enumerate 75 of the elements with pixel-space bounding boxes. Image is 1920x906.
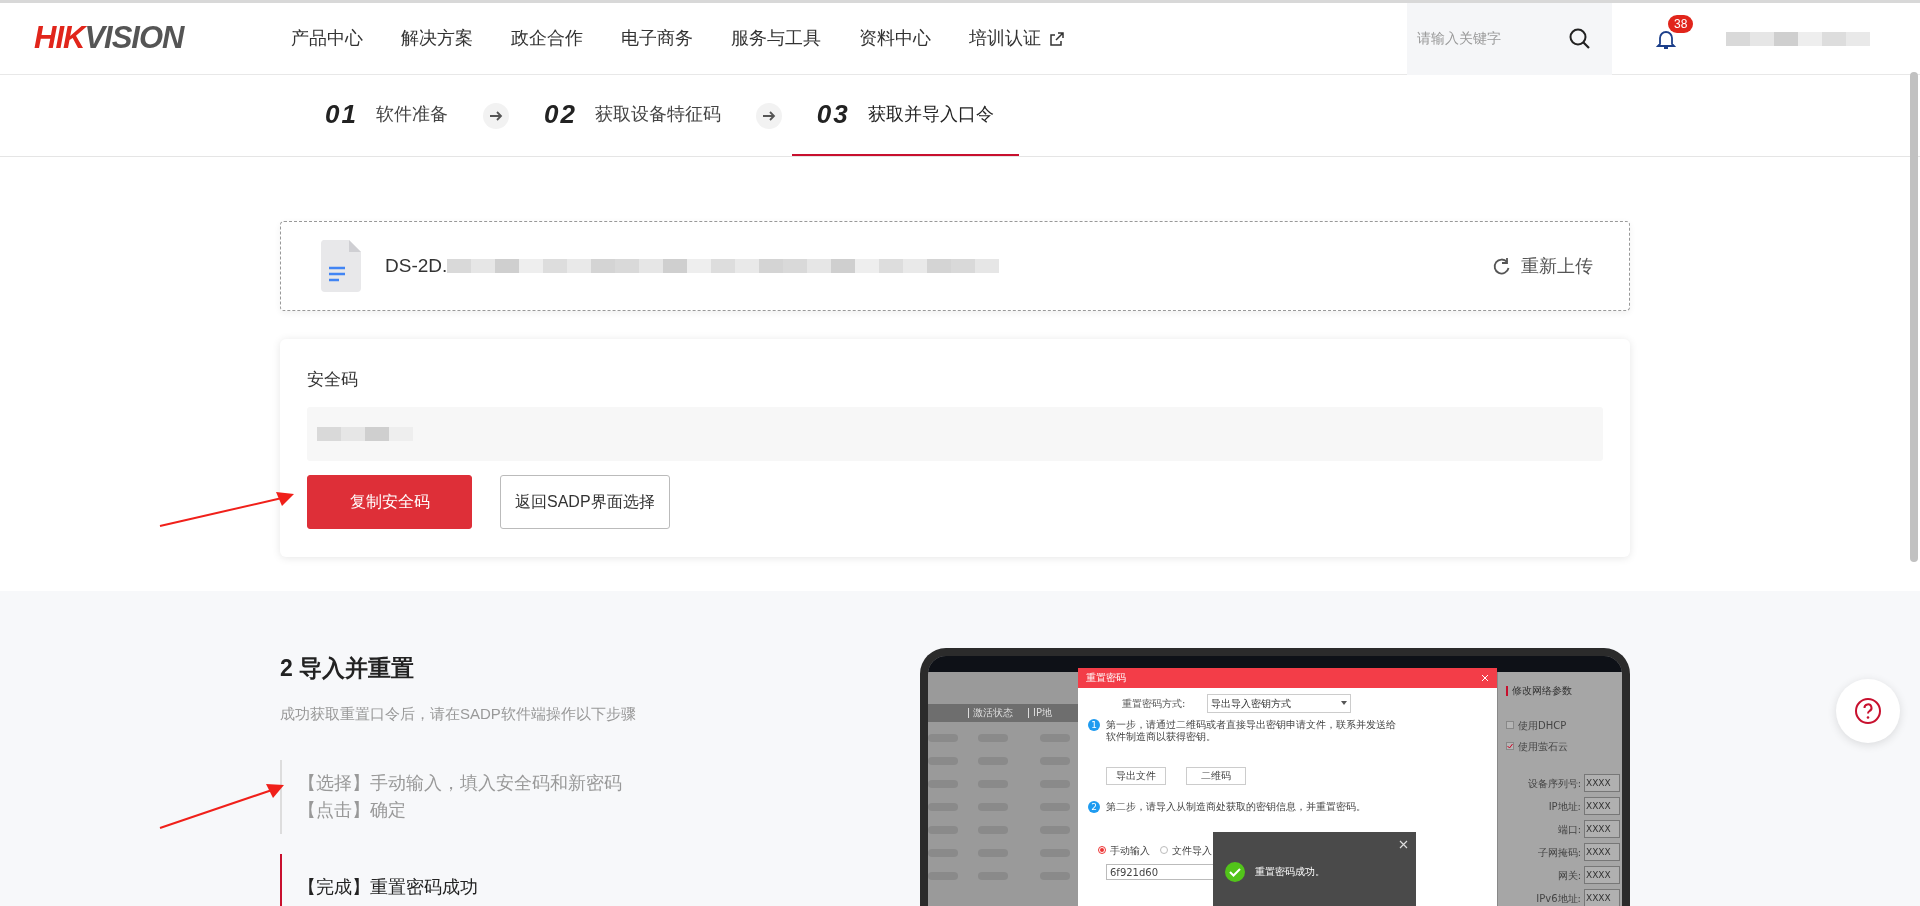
redacted-cell: [928, 756, 958, 765]
copy-button[interactable]: 复制安全码: [307, 474, 472, 529]
value-field[interactable]: XXXX: [1584, 843, 1620, 861]
nav-link[interactable]: 政企合作: [511, 25, 583, 52]
guide-step: 【完成】重置密码成功: [298, 873, 920, 901]
guide-step: 【点击】确定: [298, 796, 920, 824]
guide-step: 【选择】手动输入，填入安全码和新密码: [298, 769, 920, 797]
field-label: 设备序列号:: [1527, 776, 1581, 791]
checkbox[interactable]: [1506, 721, 1514, 729]
nav-link[interactable]: 产品中心: [291, 25, 363, 52]
nav-link[interactable]: 资料中心: [859, 25, 931, 52]
search-field[interactable]: 请输入关键字: [1417, 28, 1557, 49]
step-number: 1: [1088, 718, 1100, 731]
redacted-cell: [928, 802, 958, 811]
section-subtitle: 成功获取重置口令后，请在SADP软件端操作以下步骤: [280, 704, 637, 724]
security-code-field[interactable]: [307, 406, 1603, 461]
field-label: 子网掩码:: [1537, 845, 1581, 860]
nav-link[interactable]: 电子商务: [621, 25, 693, 52]
check-icon: [1507, 743, 1513, 749]
help-button[interactable]: [1836, 678, 1900, 743]
column-header: 激活状态: [968, 707, 1013, 718]
security-code-label: 安全码: [307, 369, 359, 391]
reupload-link[interactable]: 重新上传: [1491, 252, 1593, 280]
success-check-icon: [1225, 861, 1245, 882]
redacted-cell: [928, 733, 958, 742]
radio-button[interactable]: [1098, 846, 1106, 854]
method-dropdown[interactable]: 导出导入密钥方式: [1207, 693, 1352, 713]
dialog-title: 重置密码: [1086, 671, 1126, 685]
redacted-cell: [928, 871, 958, 880]
value-field[interactable]: XXXX: [1584, 889, 1620, 906]
search-icon: [1568, 26, 1592, 51]
section-title: 2 导入并重置: [280, 653, 416, 683]
refresh-icon: [1491, 256, 1511, 276]
arrow-right-icon: [488, 110, 503, 121]
value-field[interactable]: XXXX: [1584, 820, 1620, 838]
step-tab[interactable]: 02 获取设备特征码: [518, 75, 746, 156]
nav-link[interactable]: 服务与工具: [731, 25, 821, 52]
question-icon: [1854, 696, 1882, 725]
redacted-cell: [928, 825, 958, 834]
value-field[interactable]: XXXX: [1584, 797, 1620, 815]
hikvision-logo[interactable]: HIKVISION: [34, 15, 249, 62]
dialog-button[interactable]: 导出文件: [1106, 766, 1166, 785]
nav-link[interactable]: 培训认证: [969, 25, 1065, 52]
panel-title: 修改网络参数: [1506, 685, 1620, 696]
notification-badge: 38: [1668, 14, 1694, 33]
redacted-cell: [928, 848, 958, 857]
dialog-button[interactable]: 二维码: [1186, 766, 1246, 785]
checkbox-option[interactable]: 使用萤石云: [1506, 738, 1620, 754]
value-field[interactable]: XXXX: [1584, 774, 1620, 792]
checkbox[interactable]: [1506, 742, 1514, 750]
arrow-right-icon: [761, 110, 776, 121]
column-header: IP地: [1028, 707, 1052, 718]
step-number: 2: [1088, 800, 1100, 813]
field-label: IPv6地址:: [1536, 891, 1581, 906]
radio-option[interactable]: 文件导入: [1160, 842, 1212, 858]
file-name: DS-2D.: [385, 253, 448, 278]
step-instruction: 第二步，请导入从制造商处获取的密钥信息，并重置密码。: [1106, 800, 1367, 813]
toast-message: 重置密码成功。: [1255, 864, 1325, 879]
value-field[interactable]: XXXX: [1584, 866, 1620, 884]
field-label: 网关:: [1557, 868, 1581, 883]
step-tab[interactable]: 01 软件准备: [300, 75, 473, 156]
close-icon: [1399, 839, 1408, 849]
method-label: 重置密码方式:: [1122, 696, 1186, 711]
field-label: 端口:: [1557, 822, 1581, 837]
step-instruction: 第一步，请通过二维码或者直接导出密钥申请文件，联系并发送给软件制造商以获得密钥。: [1106, 718, 1396, 743]
caret-icon: [1341, 701, 1348, 705]
scrollbar[interactable]: [1910, 72, 1918, 562]
checkbox-option[interactable]: 使用DHCP: [1506, 717, 1620, 733]
close-icon: [1481, 673, 1489, 682]
back-button[interactable]: 返回SADP界面选择: [500, 474, 670, 529]
redacted-cell: [928, 779, 958, 788]
nav-link[interactable]: 解决方案: [401, 25, 473, 52]
external-link-icon: [1049, 30, 1065, 47]
field-label: IP地址:: [1548, 799, 1581, 814]
radio-option[interactable]: 手动输入: [1098, 842, 1150, 858]
